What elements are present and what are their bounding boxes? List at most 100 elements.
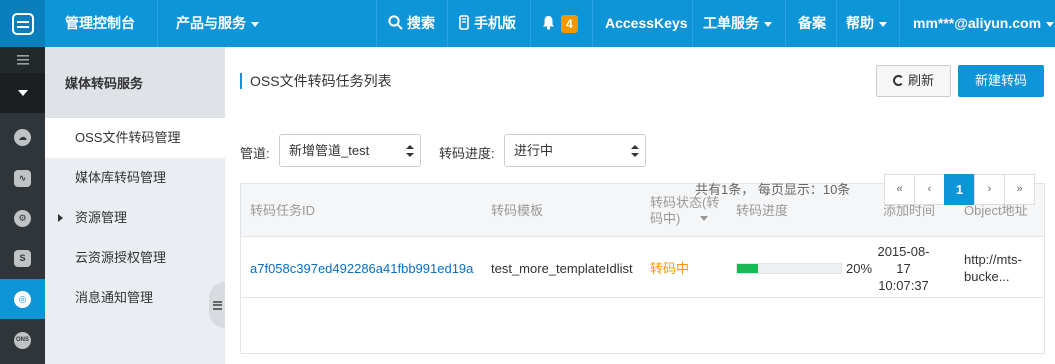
- task-id-link[interactable]: a7f058c397ed492286a41fbb991ed19a: [250, 238, 473, 298]
- search-icon: [388, 15, 403, 30]
- hamburger-icon: [16, 55, 29, 65]
- menu-item-label: 消息通知管理: [75, 290, 154, 305]
- account-label: mm***@aliyun.com: [913, 15, 1042, 31]
- ticket-label: 工单服务: [703, 15, 759, 31]
- chevron-down-icon: [879, 21, 887, 27]
- status-cell: 转码中: [650, 260, 690, 276]
- select-arrows-icon: [631, 145, 639, 157]
- account-menu[interactable]: mm***@aliyun.com: [913, 0, 1055, 47]
- navbar-divider: [899, 0, 900, 47]
- object-url-cell: http://mts- bucke...: [964, 238, 1022, 298]
- added-time: 10:07:37: [878, 277, 929, 293]
- service-menu-title: 媒体转码服务: [45, 47, 225, 118]
- menu-toggle-button[interactable]: [0, 47, 45, 73]
- column-header-template: 转码模板: [491, 202, 544, 218]
- chevron-down-icon: [251, 21, 259, 27]
- pipeline-select[interactable]: 新增管道_test: [279, 134, 421, 167]
- template-cell: test_more_templateIdlist: [491, 260, 633, 276]
- navbar-divider: [836, 0, 837, 47]
- next-page-button[interactable]: ›: [974, 174, 1005, 205]
- accesskeys-link[interactable]: AccessKeys: [605, 0, 688, 47]
- ons-icon: ONS: [14, 331, 31, 349]
- notifications-button[interactable]: 4: [542, 0, 578, 47]
- sidebar-item-cloud[interactable]: ☁: [0, 117, 45, 157]
- media-transcode-icon: ◎: [14, 290, 31, 308]
- search-button[interactable]: 搜索: [388, 0, 435, 47]
- notification-count-badge: 4: [561, 15, 578, 34]
- chevron-down-icon: [700, 216, 708, 221]
- menu-item-label: 资源管理: [75, 210, 128, 225]
- collapse-products-button[interactable]: [0, 73, 45, 113]
- navbar-divider: [447, 0, 448, 47]
- navbar-divider: [692, 0, 693, 47]
- ticket-service-menu[interactable]: 工单服务: [703, 0, 772, 47]
- products-menu[interactable]: 产品与服务: [176, 0, 259, 47]
- progress-select-value: 进行中: [514, 143, 554, 158]
- menu-item-resource-management[interactable]: 资源管理: [45, 198, 225, 238]
- added-date: 2015-08-17: [877, 243, 930, 276]
- sidebar-item-ons[interactable]: ONS: [0, 320, 45, 360]
- menu-item-notifications[interactable]: 消息通知管理: [45, 278, 225, 318]
- mobile-version-link[interactable]: 手机版: [459, 0, 516, 47]
- beian-link[interactable]: 备案: [798, 0, 826, 47]
- refresh-button[interactable]: 刷新: [876, 65, 951, 97]
- menu-item-label: OSS文件转码管理: [75, 130, 181, 145]
- caret-down-icon: [17, 90, 28, 96]
- main-content: OSS文件转码任务列表 刷新 新建转码 管道: 新增管道_test 转码进度: …: [225, 47, 1055, 364]
- products-label: 产品与服务: [176, 15, 246, 31]
- mobile-label: 手机版: [474, 15, 516, 31]
- prev-page-button[interactable]: ‹: [914, 174, 945, 205]
- progress-select[interactable]: 进行中: [504, 134, 646, 167]
- menu-item-label: 云资源授权管理: [75, 250, 167, 265]
- transcode-task-table: 转码任务ID 转码模板 转码状态(转码中) 转码进度 添加时间 Object地址…: [240, 183, 1045, 354]
- menu-item-oss-transcode[interactable]: OSS文件转码管理: [45, 118, 225, 158]
- pagination-info: 共有1条， 每页显示：10条: [695, 182, 851, 197]
- table-row: a7f058c397ed492286a41fbb991ed19a test_mo…: [241, 238, 1044, 298]
- top-navbar: 管理控制台 产品与服务 搜索 手机版 4 AccessKeys 工单服务 备案 …: [0, 0, 1055, 47]
- console-home-link[interactable]: 管理控制台: [65, 0, 135, 47]
- last-page-button[interactable]: »: [1004, 174, 1035, 205]
- menu-item-label: 媒体库转码管理: [75, 170, 167, 185]
- chevron-down-icon: [1046, 21, 1055, 27]
- new-transcode-button[interactable]: 新建转码: [958, 65, 1044, 97]
- refresh-icon: [892, 75, 904, 86]
- help-menu[interactable]: 帮助: [846, 0, 887, 47]
- navbar-divider: [376, 0, 377, 47]
- menu-item-media-library[interactable]: 媒体库转码管理: [45, 158, 225, 198]
- pipeline-filter-label: 管道:: [240, 146, 270, 161]
- first-page-button[interactable]: «: [884, 174, 915, 205]
- page-title: OSS文件转码任务列表: [240, 73, 392, 89]
- navbar-divider: [157, 0, 158, 47]
- refresh-label: 刷新: [907, 73, 934, 88]
- progress-cell: 20%: [736, 238, 872, 298]
- menu-item-cloud-authorization[interactable]: 云资源授权管理: [45, 238, 225, 278]
- progress-percent: 20%: [846, 260, 873, 276]
- service-menu: 媒体转码服务 OSS文件转码管理 媒体库转码管理 资源管理 云资源授权管理 消息…: [45, 47, 225, 364]
- collapse-menu-handle[interactable]: [209, 282, 225, 328]
- sidebar-item-settings[interactable]: ⚙: [0, 198, 45, 238]
- current-page-button[interactable]: 1: [944, 174, 975, 205]
- navbar-divider: [530, 0, 531, 47]
- sidebar-item-monitor[interactable]: ∿: [0, 158, 45, 198]
- caret-right-icon: [58, 214, 63, 222]
- bell-icon: [543, 16, 554, 30]
- select-arrows-icon: [406, 145, 414, 157]
- collapse-icon: [212, 300, 222, 310]
- navbar-divider: [785, 0, 786, 47]
- sidebar-item-storage[interactable]: S: [0, 238, 45, 278]
- sidebar-item-media-transcode[interactable]: ◎: [0, 279, 45, 319]
- aliyun-logo[interactable]: [0, 0, 45, 47]
- mobile-phone-icon: [459, 15, 469, 30]
- object-url-line1: http://mts-: [964, 252, 1022, 267]
- added-time-cell: 2015-08-17 10:07:37: [871, 238, 936, 298]
- search-label: 搜索: [407, 15, 435, 31]
- logo-icon: [11, 12, 34, 35]
- gear-icon: ⚙: [14, 209, 31, 227]
- chevron-down-icon: [764, 21, 772, 27]
- column-header-task-id: 转码任务ID: [250, 202, 316, 218]
- cloud-icon: ☁: [14, 128, 31, 146]
- storage-icon: S: [14, 249, 31, 267]
- status-column-label: 转码状态(转码中): [650, 194, 720, 226]
- progress-filter-label: 转码进度:: [439, 146, 495, 161]
- pipeline-select-value: 新增管道_test: [289, 143, 370, 158]
